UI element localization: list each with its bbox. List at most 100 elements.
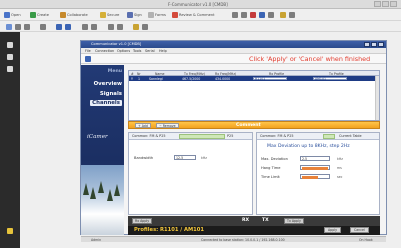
comment-icon (172, 12, 178, 18)
toolbar-open[interactable]: Open (4, 12, 21, 18)
sticky-note-icon[interactable] (133, 24, 139, 30)
attachments-icon[interactable] (7, 66, 13, 72)
window-status-bar: Admin Connected to base station: 10.0.0.… (81, 236, 386, 242)
hang-time-input[interactable] (300, 165, 330, 170)
create-icon (30, 12, 36, 18)
tree-shape (98, 181, 104, 193)
nav-menu[interactable]: Menu (108, 69, 122, 74)
next-page-icon[interactable] (65, 24, 71, 30)
minimize-button[interactable] (374, 1, 381, 7)
menu-options[interactable]: Options (117, 49, 130, 53)
menu-tools[interactable]: Tools (133, 49, 141, 53)
tab-indicator (179, 134, 225, 139)
tab-p25[interactable]: P25 (227, 134, 233, 138)
time-limit-fill (302, 176, 318, 179)
snowy-forest-image (81, 165, 124, 235)
previous-page-icon[interactable] (56, 24, 62, 30)
toolbar-sign[interactable]: Sign (127, 12, 142, 18)
remove-channel-button[interactable]: − Remove (156, 123, 179, 128)
status-connection: Connected to base station: 10.0.0.1 / 19… (201, 238, 285, 242)
cancel-button[interactable]: Cancel (350, 227, 369, 233)
close-button[interactable] (390, 1, 397, 7)
form-icon (148, 12, 154, 18)
text-tool-icon[interactable] (289, 12, 295, 18)
profiles-summary: Profiles: R1101 / AM101 (134, 227, 204, 233)
common-settings-panel: Common: FM & P25 P25 Bandwidth 12.5 kHz (128, 132, 253, 215)
snapshot-icon[interactable] (259, 12, 265, 18)
time-limit-input[interactable] (300, 174, 330, 179)
deviation-settings-panel: Common: FM & P25 Current Table Max Devia… (256, 132, 380, 215)
tree-shape (107, 189, 113, 201)
tree-shape (83, 183, 89, 195)
tab-indicator (323, 134, 335, 139)
communicator-window: Communicator v1.0 [CMDB] File Connection… (80, 40, 387, 242)
toolbar-secure[interactable]: Secure (100, 12, 119, 18)
nav-overview[interactable]: Overview (94, 81, 122, 87)
toolbar-collaborate[interactable]: Collaborate (60, 12, 88, 18)
toolbar-create[interactable]: Create (30, 12, 49, 18)
email-icon[interactable] (24, 24, 30, 30)
menu-file[interactable]: File (85, 49, 91, 53)
status-hook: On Hook (359, 238, 373, 242)
tx-apply-button[interactable]: Tx Apply (284, 218, 304, 224)
window-minimize-button[interactable] (364, 42, 370, 47)
menu-help[interactable]: Help (159, 49, 167, 53)
pages-icon[interactable] (7, 42, 13, 48)
tx-label: TX (262, 218, 269, 223)
toolbar-forms[interactable]: Forms (148, 12, 166, 18)
profiles-bar: Profiles: R1101 / AM101 Apply Cancel (128, 226, 380, 235)
window-toolbar: Click 'Apply' or 'Cancel' when finished (81, 54, 386, 64)
stamp-icon[interactable] (142, 24, 148, 30)
instruction-text: Click 'Apply' or 'Cancel' when finished (249, 55, 371, 63)
window-maximize-button[interactable] (371, 42, 377, 47)
app-title: F-Communicator v1.0 [CMDB] (168, 2, 228, 7)
zoom-out-icon[interactable] (82, 24, 88, 30)
highlight-icon[interactable] (280, 12, 286, 18)
secondary-toolbar (0, 21, 401, 32)
hang-time-fill (302, 167, 328, 170)
fit-page-icon[interactable] (108, 24, 114, 30)
side-navigation: Menu Overview Signals Channels iCamer (81, 65, 124, 235)
connect-icon[interactable] (85, 56, 91, 62)
window-close-button[interactable] (378, 42, 384, 47)
table-scrollbar[interactable] (375, 76, 379, 120)
rx-apply-button[interactable]: Rx Apply (132, 218, 153, 224)
window-title-bar: Communicator v1.0 [CMDB] (81, 41, 386, 48)
nav-signals[interactable]: Signals (100, 91, 122, 97)
select-tool-icon[interactable] (232, 12, 238, 18)
add-channel-button[interactable]: + Add (135, 123, 151, 128)
brand-logo: iCamer (87, 134, 108, 140)
zoom-icon[interactable] (250, 12, 256, 18)
menu-connection[interactable]: Connection (95, 49, 114, 53)
fit-width-icon[interactable] (117, 24, 123, 30)
find-icon[interactable] (40, 24, 46, 30)
hand-tool-icon[interactable] (241, 12, 247, 18)
channel-table: # Nr Name Tx Freq(MHz) Rx Freq(MHz) Rx P… (128, 70, 380, 121)
table-row[interactable]: Y 1 Sonnlegl 467.5/2000 434.0000 R1101 A… (129, 76, 379, 81)
print-icon[interactable] (15, 24, 21, 30)
open-icon (4, 12, 10, 18)
main-toolbar: Open Create Collaborate Secure Sign Form… (0, 9, 401, 21)
apply-button[interactable]: Apply (324, 227, 341, 233)
app-title-bar: F-Communicator v1.0 [CMDB] (0, 0, 401, 9)
nav-channels[interactable]: Channels (90, 100, 122, 106)
bandwidth-label: Bandwidth (134, 156, 154, 160)
comment-label: Comment (236, 123, 261, 128)
collaborate-icon (60, 12, 66, 18)
maximize-button[interactable] (382, 1, 389, 7)
bookmarks-icon[interactable] (7, 54, 13, 60)
window-title: Communicator v1.0 [CMDB] (91, 42, 142, 46)
menu-serial[interactable]: Serial (145, 49, 155, 53)
toolbar-review-comment[interactable]: Review & Comment (172, 12, 215, 18)
tab-common-right[interactable]: Common: FM & P25 (260, 134, 294, 138)
rx-tx-bar: Rx Apply RX TX Tx Apply (128, 216, 380, 226)
comments-pane-icon[interactable] (7, 228, 13, 234)
tab-common[interactable]: Common: FM & P25 (132, 134, 166, 138)
rotate-icon[interactable] (268, 12, 274, 18)
deviation-range-hint: Max Deviation up to 8KHz, step 2Hz (267, 144, 350, 149)
tree-shape (90, 187, 96, 199)
tab-current-table[interactable]: Current Table (339, 134, 362, 138)
save-icon[interactable] (6, 24, 12, 30)
zoom-in-icon[interactable] (91, 24, 97, 30)
tree-shape (114, 184, 120, 196)
